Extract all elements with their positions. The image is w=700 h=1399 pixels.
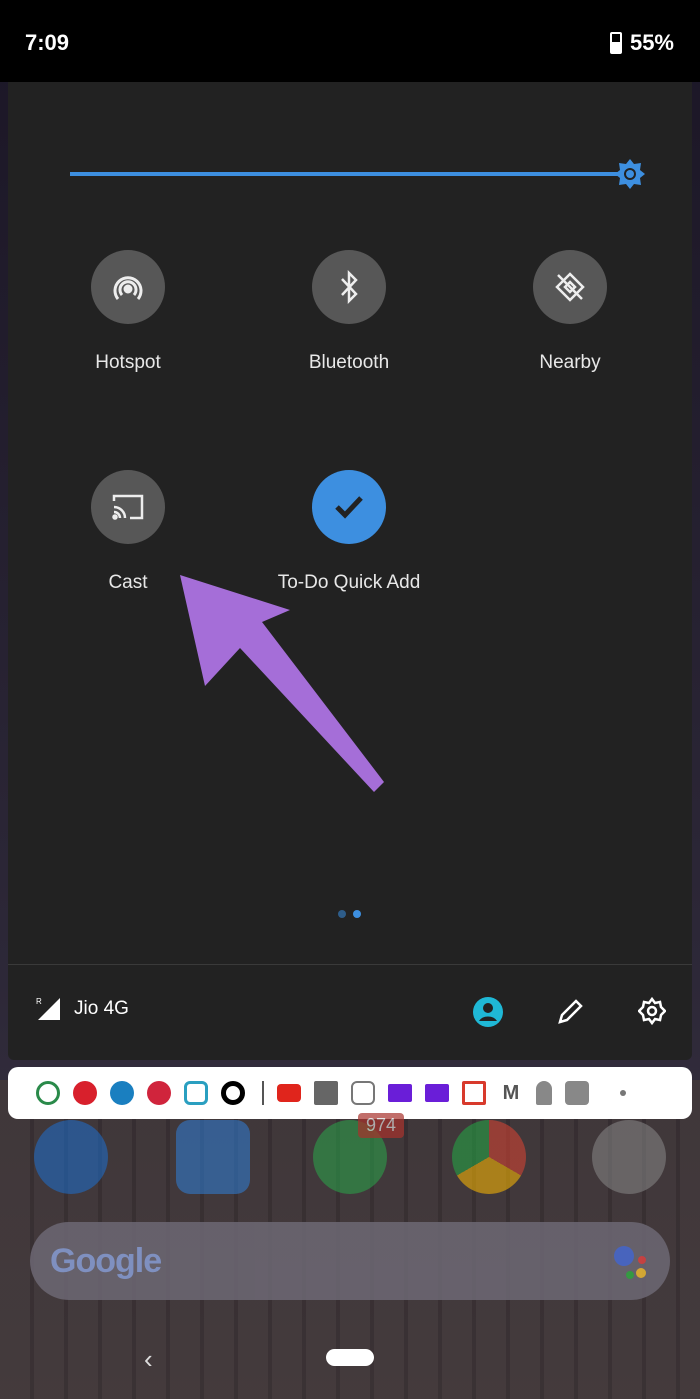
google-search-bar[interactable]: Google xyxy=(30,1222,670,1300)
assistant-icon[interactable] xyxy=(610,1240,650,1284)
settings-icon[interactable] xyxy=(638,996,666,1026)
gmail-icon xyxy=(462,1081,486,1105)
m-app-icon: M xyxy=(502,1082,520,1104)
whatsapp-icon xyxy=(36,1081,60,1105)
gray-square-icon xyxy=(565,1081,589,1105)
pinterest-icon xyxy=(147,1081,171,1105)
mail-purple-icon xyxy=(388,1084,412,1102)
camera-app[interactable] xyxy=(592,1120,666,1194)
google-logo: Google xyxy=(50,1242,162,1280)
facebook-icon xyxy=(314,1081,338,1105)
network-name: Jio 4G xyxy=(74,998,129,1019)
whatsapp-badge: 974 xyxy=(358,1113,405,1138)
notification-strip[interactable]: M xyxy=(8,1067,692,1119)
signal-icon: R xyxy=(36,997,60,1020)
bell-icon xyxy=(536,1081,552,1105)
dot-icon xyxy=(620,1090,626,1096)
phone-app[interactable] xyxy=(34,1120,108,1194)
edit-icon[interactable] xyxy=(556,996,584,1026)
messages-app[interactable] xyxy=(176,1120,250,1194)
circle-app-icon xyxy=(221,1081,245,1105)
telegram-icon xyxy=(110,1081,134,1105)
divider xyxy=(8,964,692,965)
home-button[interactable] xyxy=(326,1349,374,1366)
svg-text:R: R xyxy=(36,997,42,1006)
page-indicator xyxy=(338,910,361,918)
instagram-outline-icon xyxy=(351,1081,375,1105)
mail-purple-icon xyxy=(425,1084,449,1102)
back-button[interactable]: ‹ xyxy=(144,1344,153,1375)
user-icon[interactable] xyxy=(472,996,504,1028)
j-app-icon xyxy=(258,1081,264,1105)
chrome-app[interactable] xyxy=(452,1120,526,1194)
app-red-icon xyxy=(73,1081,97,1105)
instagram-icon xyxy=(184,1081,208,1105)
youtube-icon xyxy=(277,1084,301,1102)
network-status[interactable]: R Jio 4G xyxy=(36,996,129,1022)
